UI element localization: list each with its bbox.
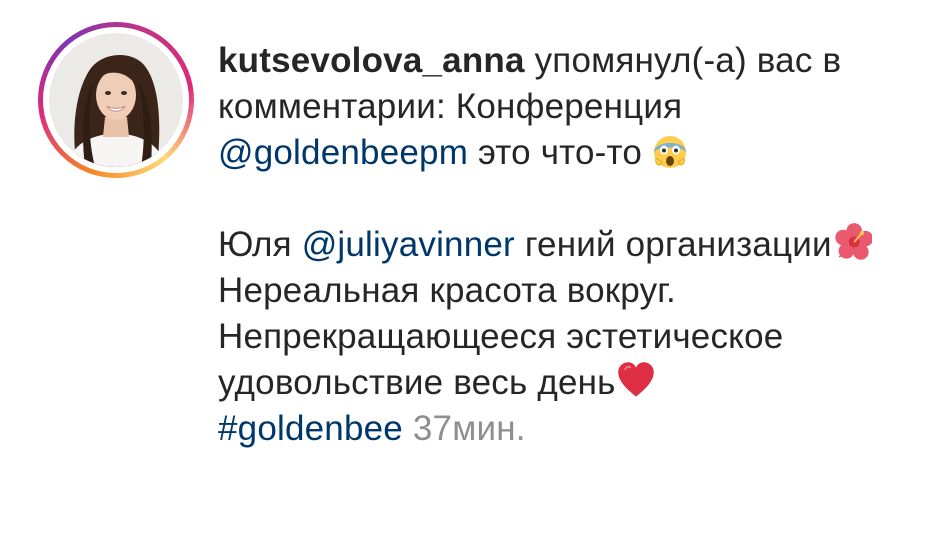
mention-link[interactable]: @juliyavinner	[302, 225, 515, 264]
comment-text: Юля	[218, 225, 302, 264]
comment-text: Нереальная красота вокруг.	[218, 271, 676, 310]
mention-notification: kutsevolova_anna упомянул(-а) вас в комм…	[218, 38, 908, 176]
comment-text: это что-то	[468, 133, 652, 172]
username-link[interactable]: kutsevolova_anna	[218, 41, 525, 80]
avatar-frame	[43, 27, 189, 173]
comment-text: гений организации	[514, 225, 832, 264]
mention-link[interactable]: @goldenbeepm	[218, 133, 468, 172]
comment-body: Юля @juliyavinner гений организации Нере…	[218, 222, 908, 452]
hashtag-link[interactable]: #goldenbee	[218, 409, 403, 448]
notification-text: kutsevolova_anna упомянул(-а) вас в комм…	[218, 38, 908, 452]
timestamp: 37мин.	[402, 409, 526, 448]
comment-text: Непрекращающееся эстетическое удовольств…	[218, 317, 784, 402]
red-heart-icon	[617, 362, 654, 397]
avatar[interactable]	[49, 33, 183, 167]
hibiscus-icon	[835, 223, 872, 260]
face-screaming-in-fear-icon	[653, 136, 686, 168]
story-ring[interactable]	[38, 22, 194, 178]
